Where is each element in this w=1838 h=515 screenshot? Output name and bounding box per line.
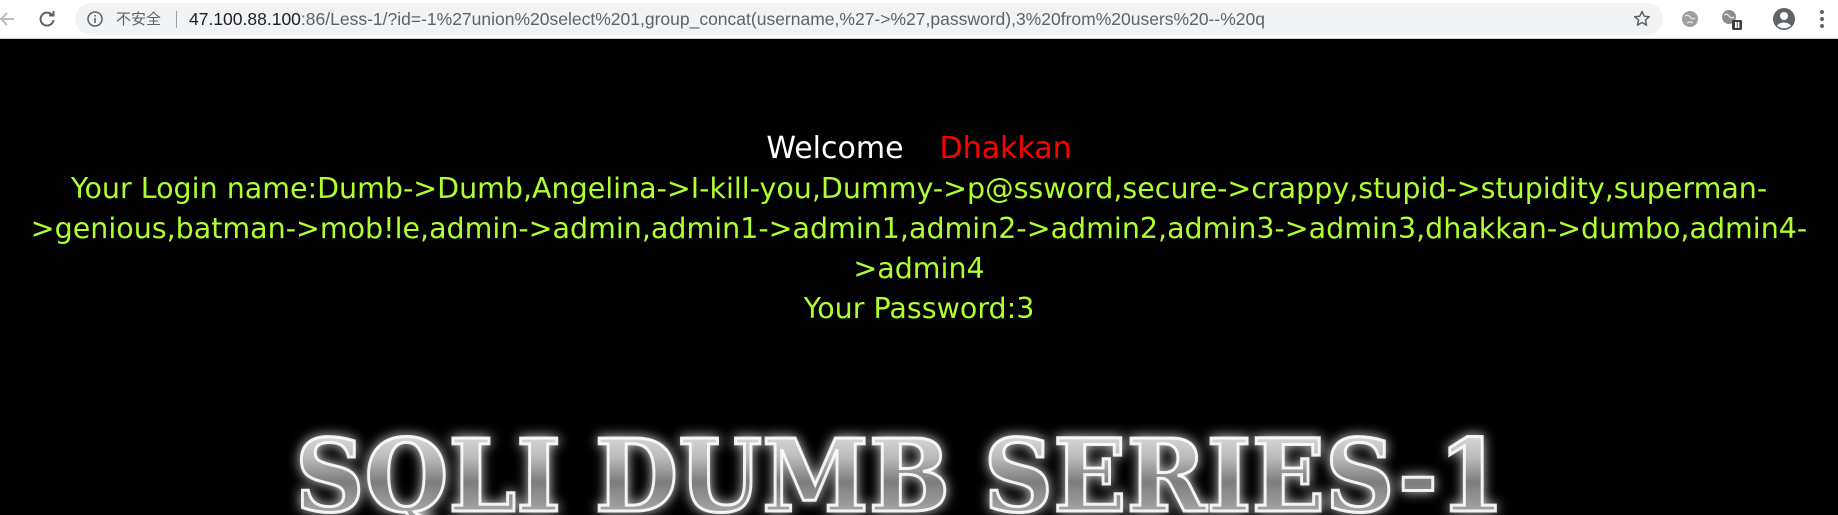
address-bar[interactable]: 不安全 47.100.88.100:86/Less-1/?id=-1%27uni… — [75, 3, 1663, 35]
url-path: :86/Less-1/?id=-1%27union%20select%201,g… — [300, 9, 1265, 29]
page-content: Welcome Dhakkan Your Login name:Dumb->Dum… — [0, 39, 1838, 515]
welcome-name: Dhakkan — [939, 131, 1072, 166]
password-line: Your Password:3 — [803, 292, 1035, 325]
url-text[interactable]: 47.100.88.100:86/Less-1/?id=-1%27union%2… — [189, 9, 1265, 29]
welcome-text: Welcome — [766, 131, 904, 166]
back-arrow-icon[interactable] — [0, 5, 22, 33]
browser-window: 不安全 47.100.88.100:86/Less-1/?id=-1%27uni… — [0, 0, 1838, 515]
banner-text: SQLI DUMB SERIES-1 — [295, 417, 1505, 515]
login-name-line: Your Login name:Dumb->Dumb,Angelina->I-k… — [70, 172, 1768, 205]
account-icon[interactable] — [1770, 5, 1798, 33]
reload-icon[interactable] — [33, 5, 61, 33]
login-name-line: >genious,batman->mob!le,admin->admin,adm… — [30, 212, 1808, 245]
globe-extension-icon[interactable] — [1676, 5, 1704, 33]
address-separator — [176, 11, 177, 28]
welcome-row: Welcome Dhakkan — [0, 129, 1838, 169]
sqli-dumb-series-banner: SQLI DUMB SERIES-1 — [294, 416, 1507, 515]
info-icon[interactable] — [87, 11, 103, 27]
bookmark-star-icon[interactable] — [1630, 7, 1654, 31]
security-label[interactable]: 不安全 — [116, 10, 161, 28]
query-result: Your Login name:Dumb->Dumb,Angelina->I-k… — [2, 169, 1836, 329]
translate-extension-icon[interactable] — [1717, 5, 1745, 33]
browser-toolbar: 不安全 47.100.88.100:86/Less-1/?id=-1%27uni… — [0, 0, 1838, 39]
login-name-line: >admin4 — [853, 252, 985, 285]
menu-dots-icon[interactable] — [1808, 5, 1836, 33]
url-host: 47.100.88.100 — [189, 9, 301, 29]
